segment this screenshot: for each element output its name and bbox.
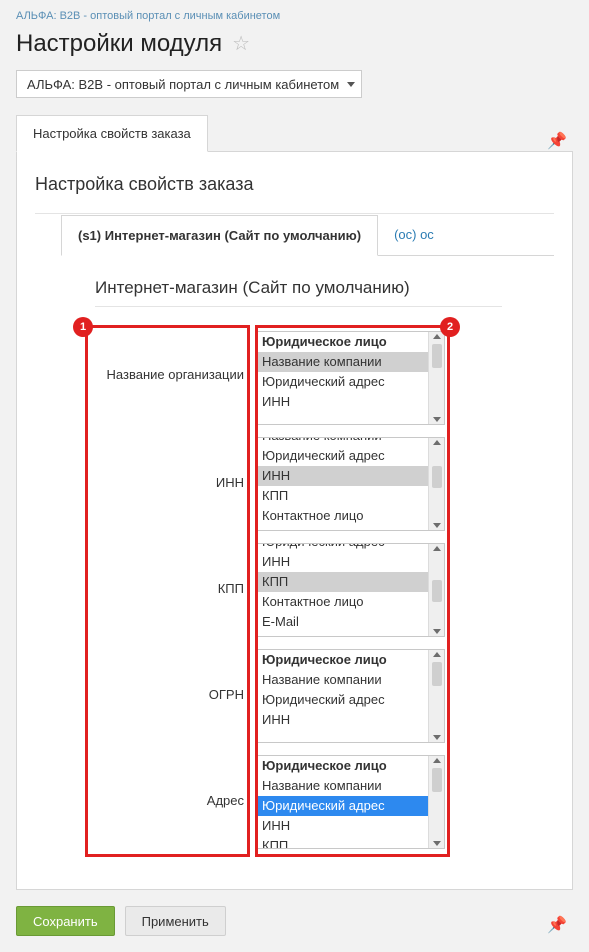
listbox-option[interactable]: КПП bbox=[256, 836, 428, 849]
listbox-option[interactable]: ИНН bbox=[256, 552, 428, 572]
listbox-kpp[interactable]: Юридический адресИННКППКонтактное лицоE-… bbox=[255, 543, 445, 637]
chevron-down-icon bbox=[347, 82, 355, 87]
listbox-option[interactable]: Юридический адрес bbox=[256, 543, 428, 552]
listbox-option[interactable]: Юридический адрес bbox=[256, 446, 428, 466]
listbox-option[interactable]: Юридический адрес bbox=[256, 796, 428, 816]
listbox-option[interactable]: Юридический адрес bbox=[256, 372, 428, 392]
listbox-option[interactable]: Юридическое лицо bbox=[256, 756, 428, 776]
listbox-org-name[interactable]: Юридическое лицоНазвание компанииЮридиче… bbox=[255, 331, 445, 425]
annotation-callout-2: 2 bbox=[440, 317, 460, 337]
module-select[interactable]: АЛЬФА: B2B - оптовый портал с личным каб… bbox=[16, 70, 362, 98]
listbox-option[interactable]: Юридическое лицо bbox=[256, 332, 428, 352]
label-inn: ИНН bbox=[216, 475, 244, 490]
listbox-address[interactable]: Юридическое лицоНазвание компанииЮридиче… bbox=[255, 755, 445, 849]
listbox-option[interactable]: Название компании bbox=[256, 776, 428, 796]
scrollbar[interactable] bbox=[428, 756, 444, 848]
listbox-inn[interactable]: Название компанииЮридический адресИННКПП… bbox=[255, 437, 445, 531]
listbox-option[interactable]: КПП bbox=[256, 486, 428, 506]
favorite-star-icon[interactable]: ☆ bbox=[232, 34, 250, 54]
module-select-value: АЛЬФА: B2B - оптовый портал с личным каб… bbox=[27, 77, 339, 92]
pin-icon[interactable]: 📌 bbox=[541, 123, 573, 151]
listbox-option[interactable]: Название компании bbox=[256, 352, 428, 372]
breadcrumb[interactable]: АЛЬФА: B2B - оптовый портал с личным каб… bbox=[16, 8, 573, 26]
label-org-name: Название организации bbox=[107, 367, 244, 382]
tab-order-props[interactable]: Настройка свойств заказа bbox=[16, 115, 208, 152]
listbox-option[interactable]: E-Mail bbox=[256, 612, 428, 632]
scrollbar[interactable] bbox=[428, 438, 444, 530]
listbox-option[interactable]: ИНН bbox=[256, 466, 428, 486]
inner-tab-s1[interactable]: (s1) Интернет-магазин (Сайт по умолчанию… bbox=[61, 215, 378, 256]
section-title: Настройка свойств заказа bbox=[35, 174, 554, 195]
listbox-ogrn[interactable]: Юридическое лицоНазвание компанииЮридиче… bbox=[255, 649, 445, 743]
inner-tab-label: (s1) Интернет-магазин (Сайт по умолчанию… bbox=[78, 228, 361, 243]
page-title: Настройки модуля bbox=[16, 30, 222, 58]
listbox-option[interactable]: Контактное лицо bbox=[256, 506, 428, 526]
labels-column: Название организации ИНН КПП ОГРН Адрес bbox=[85, 325, 250, 857]
inner-tab-oc[interactable]: (oc) oc bbox=[378, 215, 450, 256]
sub-title: Интернет-магазин (Сайт по умолчанию) bbox=[95, 278, 502, 307]
listbox-option[interactable]: Название компании bbox=[256, 437, 428, 446]
label-ogrn: ОГРН bbox=[209, 687, 244, 702]
scrollbar[interactable] bbox=[428, 332, 444, 424]
listbox-option[interactable]: ИНН bbox=[256, 816, 428, 836]
listbox-option[interactable]: КПП bbox=[256, 572, 428, 592]
apply-button[interactable]: Применить bbox=[125, 906, 226, 936]
listbox-option[interactable]: ИНН bbox=[256, 710, 428, 730]
listbox-option[interactable]: Юридический адрес bbox=[256, 690, 428, 710]
listbox-option[interactable]: Юридическое лицо bbox=[256, 650, 428, 670]
listbox-option[interactable]: Контактное лицо bbox=[256, 592, 428, 612]
save-button[interactable]: Сохранить bbox=[16, 906, 115, 936]
scrollbar[interactable] bbox=[428, 650, 444, 742]
annotation-callout-1: 1 bbox=[73, 317, 93, 337]
pin-icon[interactable]: 📌 bbox=[541, 907, 573, 935]
listboxes-column: Юридическое лицоНазвание компанииЮридиче… bbox=[255, 331, 445, 849]
label-address: Адрес bbox=[207, 793, 244, 808]
listbox-option[interactable]: ИНН bbox=[256, 392, 428, 412]
inner-tab-label: (oc) oc bbox=[394, 227, 434, 242]
label-kpp: КПП bbox=[218, 581, 244, 596]
listbox-option[interactable]: Название компании bbox=[256, 670, 428, 690]
tab-label: Настройка свойств заказа bbox=[33, 126, 191, 141]
scrollbar[interactable] bbox=[428, 544, 444, 636]
